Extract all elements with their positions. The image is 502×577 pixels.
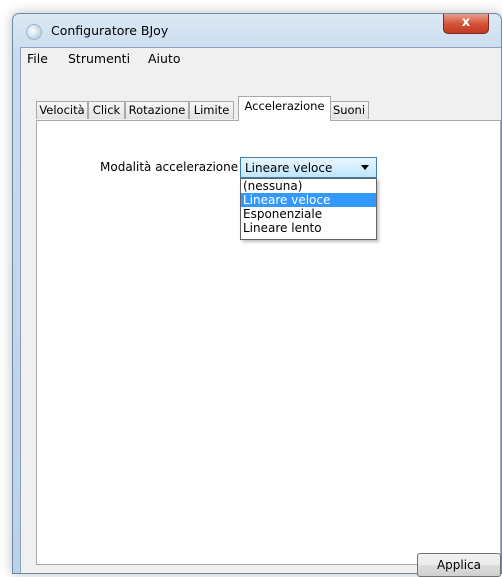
client-area: File Strumenti Aiuto Velocità Click Rota… bbox=[20, 47, 501, 577]
menu-file[interactable]: File bbox=[27, 51, 48, 66]
acceleration-mode-select[interactable]: Lineare veloce bbox=[240, 157, 377, 178]
tab-suoni[interactable]: Suoni bbox=[329, 101, 369, 119]
chevron-down-icon bbox=[361, 165, 369, 170]
menu-aiuto[interactable]: Aiuto bbox=[148, 51, 181, 66]
dropdown-option[interactable]: Lineare lento bbox=[241, 221, 376, 235]
tab-velocita[interactable]: Velocità bbox=[36, 101, 88, 119]
dropdown-option[interactable]: Esponenziale bbox=[241, 207, 376, 221]
acceleration-mode-dropdown: (nessuna) Lineare veloce Esponenziale Li… bbox=[240, 178, 377, 240]
dropdown-option[interactable]: (nessuna) bbox=[241, 179, 376, 193]
acceleration-mode-label: Modalità accelerazione bbox=[100, 160, 239, 174]
tab-click[interactable]: Click bbox=[88, 101, 125, 119]
apply-button[interactable]: Applica bbox=[417, 553, 501, 577]
title-bar[interactable]: Configuratore BJoy x bbox=[13, 14, 501, 47]
main-window: Configuratore BJoy x File Strumenti Aiut… bbox=[12, 13, 502, 577]
close-button[interactable]: x bbox=[443, 14, 489, 34]
menu-bar: File Strumenti Aiuto bbox=[21, 48, 501, 70]
app-icon bbox=[26, 24, 42, 40]
dropdown-option[interactable]: Lineare veloce bbox=[241, 193, 376, 207]
menu-strumenti[interactable]: Strumenti bbox=[68, 51, 130, 66]
tab-strip: Velocità Click Rotazione Limite Accelera… bbox=[33, 96, 501, 121]
acceleration-mode-value: Lineare veloce bbox=[245, 161, 333, 175]
tab-accelerazione[interactable]: Accelerazione bbox=[238, 96, 331, 121]
window-title: Configuratore BJoy bbox=[51, 23, 169, 38]
tab-rotazione[interactable]: Rotazione bbox=[125, 101, 189, 119]
tab-limite[interactable]: Limite bbox=[189, 101, 234, 119]
